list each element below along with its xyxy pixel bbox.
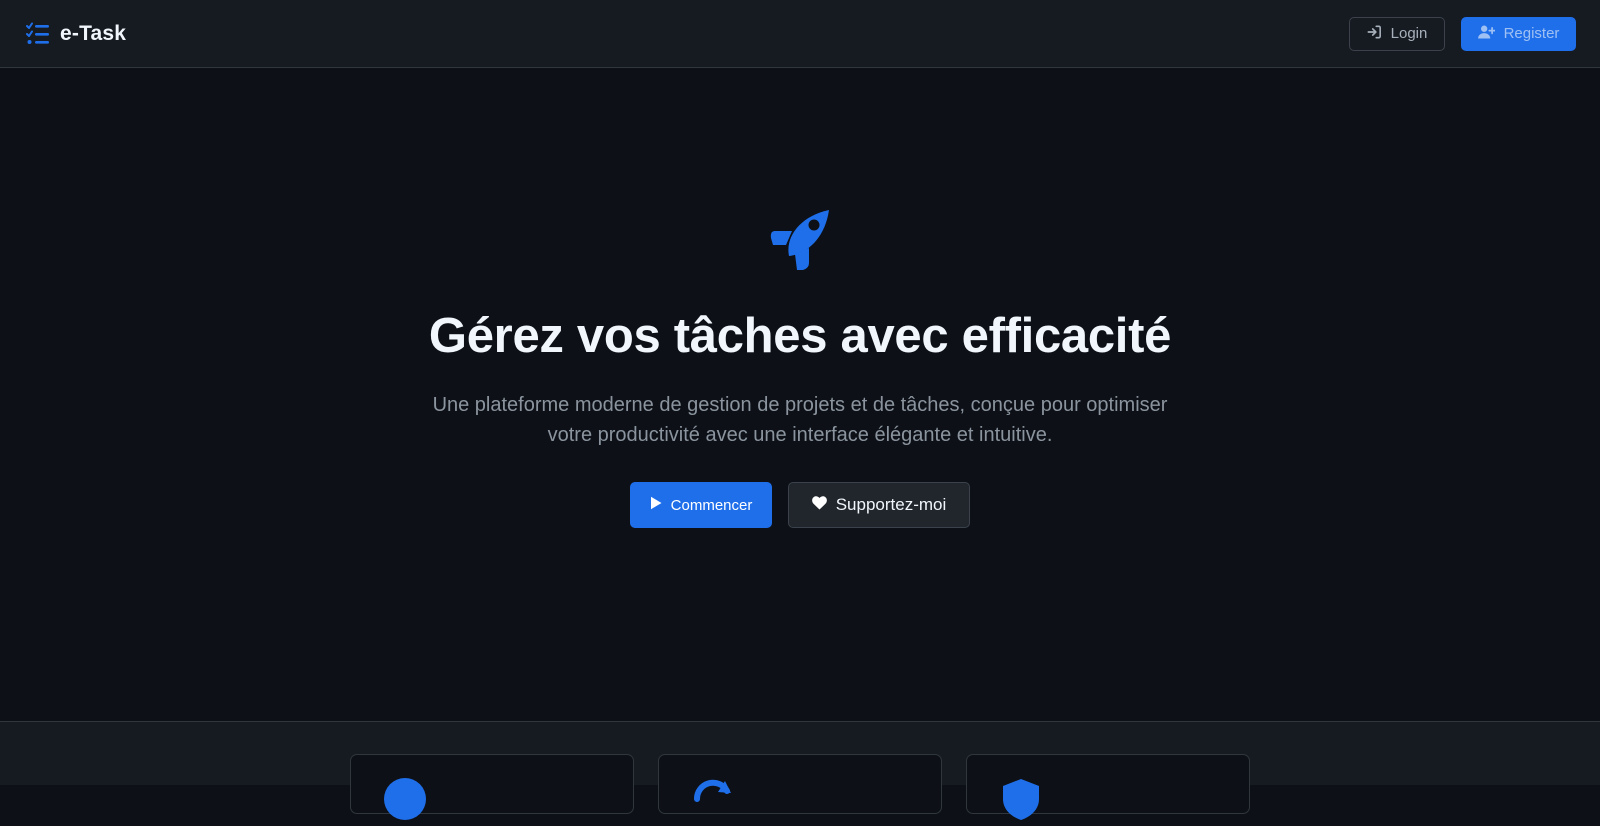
hero-section: Gérez vos tâches avec efficacité Une pla… <box>0 68 1600 721</box>
nav-actions: Login Register <box>1349 16 1576 51</box>
feature-card <box>658 754 942 814</box>
feature-card <box>966 754 1250 820</box>
login-label: Login <box>1390 25 1428 42</box>
shield-icon <box>999 777 1043 821</box>
circle-icon <box>383 777 427 821</box>
features-section <box>0 721 1600 820</box>
user-plus-icon <box>1477 25 1496 43</box>
register-button[interactable]: Register <box>1461 16 1576 51</box>
top-navbar: e-Task Login Register <box>0 0 1600 68</box>
tasks-list-icon <box>26 22 50 46</box>
play-icon <box>650 496 662 514</box>
feature-card <box>350 754 634 820</box>
brand[interactable]: e-Task <box>26 22 126 46</box>
brand-name: e-Task <box>60 21 127 45</box>
login-button[interactable]: Login <box>1349 16 1445 51</box>
support-button[interactable]: Supportez-moi <box>788 482 970 528</box>
hero-title: Gérez vos tâches avec efficacité <box>428 309 1172 363</box>
rocket-icon <box>769 208 831 270</box>
register-label: Register <box>1503 25 1560 42</box>
sign-in-icon <box>1367 25 1382 43</box>
start-label: Commencer <box>670 496 753 514</box>
sync-icon <box>691 777 735 821</box>
start-button[interactable]: Commencer <box>630 482 772 528</box>
heart-icon <box>811 495 827 515</box>
support-label: Supportez-moi <box>835 495 947 514</box>
hero-actions: Commencer Supportez-moi <box>630 482 970 528</box>
hero-subtitle: Une plateforme moderne de gestion de pro… <box>432 394 1168 446</box>
